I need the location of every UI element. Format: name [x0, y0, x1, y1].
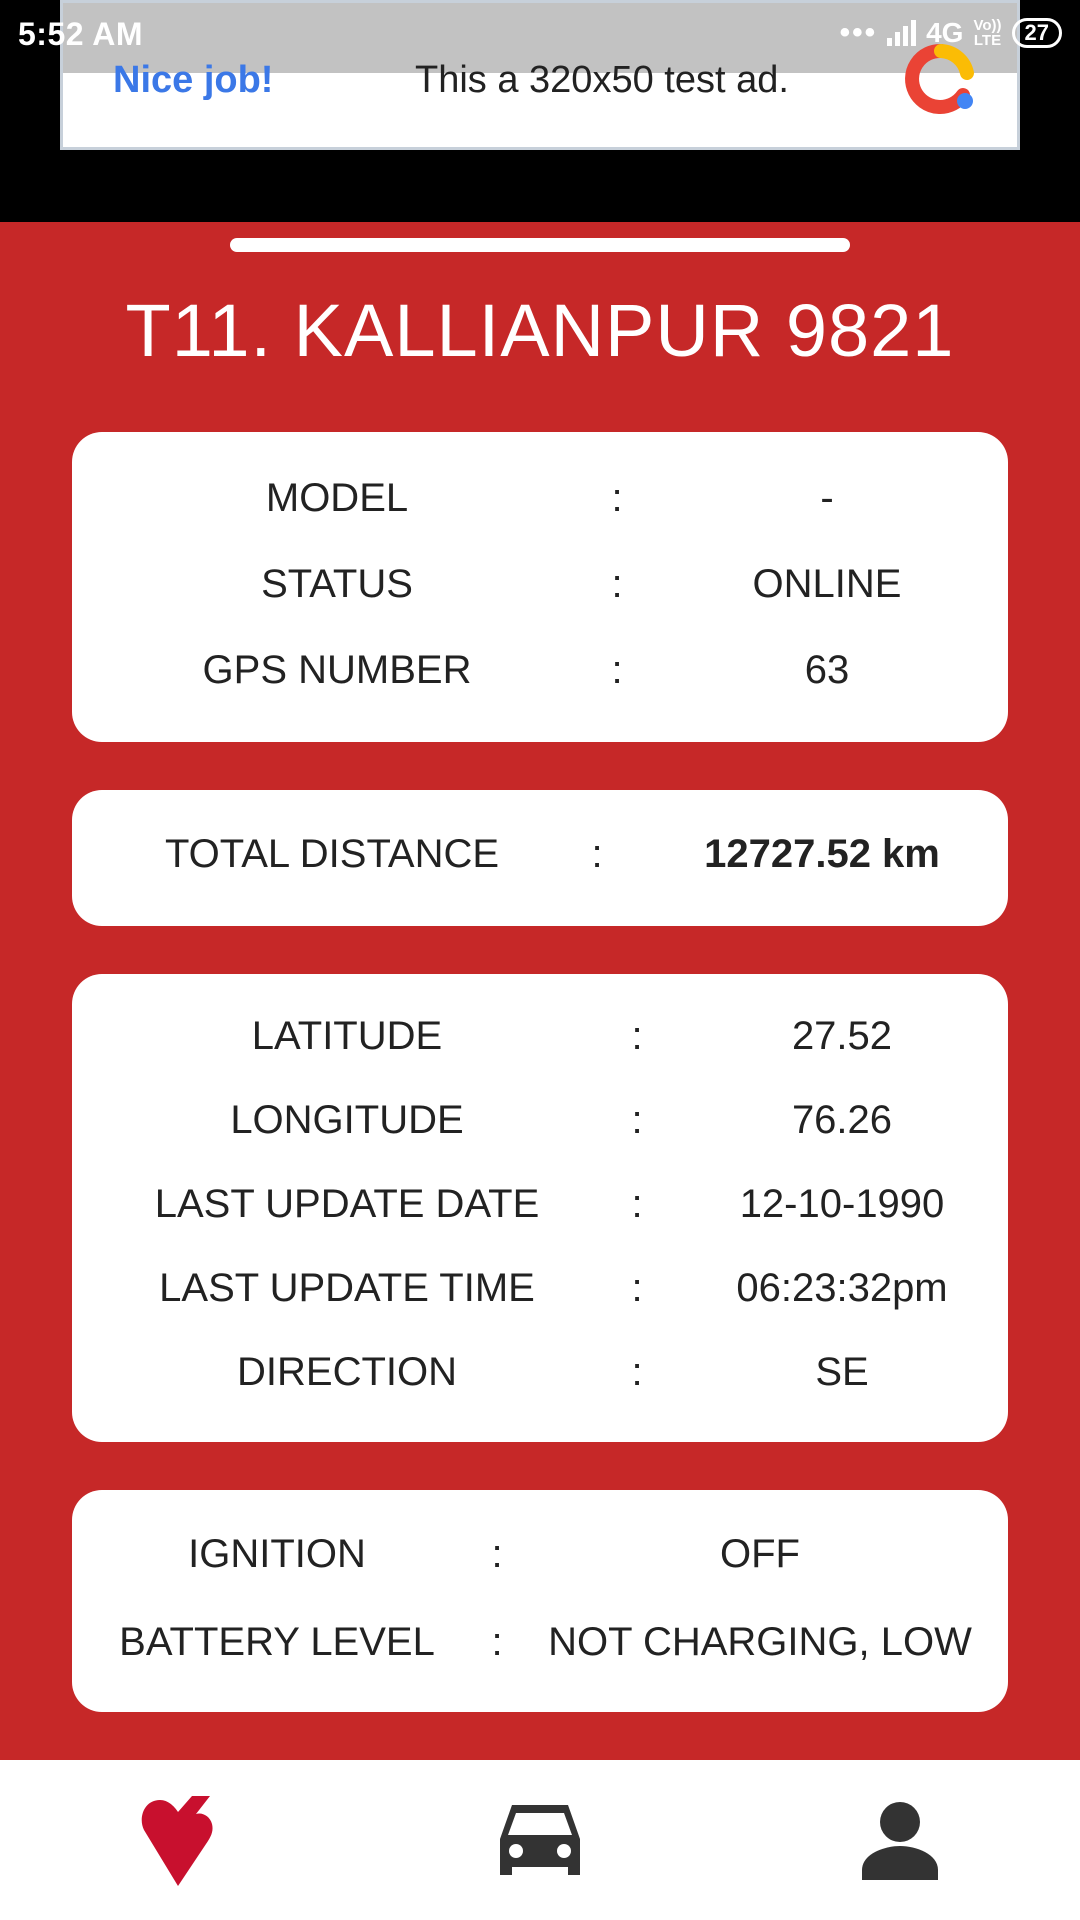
more-dots-icon: •••: [839, 16, 878, 49]
row-label: LONGITUDE: [230, 1098, 464, 1142]
row-separator: :: [491, 1532, 503, 1576]
info-row-model: MODEL : -: [72, 476, 1008, 526]
row-value: ONLINE: [752, 562, 902, 606]
battery-level: 27: [1024, 20, 1049, 45]
top-area: Nice job! This a 320x50 test ad. 5:52 AM…: [0, 0, 1080, 222]
person-icon: [862, 1802, 938, 1880]
row-separator: :: [611, 476, 623, 520]
row-label: STATUS: [261, 562, 413, 606]
row-label: GPS NUMBER: [202, 648, 472, 692]
row-value: 76.26: [791, 1098, 893, 1142]
row-label: LATITUDE: [251, 1014, 443, 1058]
row-separator: :: [611, 648, 623, 692]
info-row-latitude: LATITUDE : 27.52: [72, 1014, 1008, 1064]
power-card: IGNITION : OFF BATTERY LEVEL : NOT CHARG…: [72, 1490, 1008, 1712]
info-row-last-update-date: LAST UPDATE DATE : 12-10-1990: [72, 1182, 1008, 1232]
status-bar: 5:52 AM ••• 4G Vo)) LTE 27: [0, 0, 1080, 70]
row-value: 63: [804, 648, 850, 692]
row-separator: :: [611, 562, 623, 606]
car-icon: [500, 1805, 580, 1875]
info-row-last-update-time: LAST UPDATE TIME : 06:23:32pm: [72, 1266, 1008, 1316]
info-row-longitude: LONGITUDE : 76.26: [72, 1098, 1008, 1148]
row-value: -: [820, 476, 834, 520]
status-time: 5:52 AM: [18, 16, 144, 52]
signal-icon: [887, 20, 917, 46]
row-value: 27.52: [791, 1014, 893, 1058]
row-value: NOT CHARGING, LOW: [548, 1620, 972, 1664]
row-separator: :: [631, 1014, 643, 1058]
row-label: DIRECTION: [237, 1350, 457, 1394]
info-row-status: STATUS : ONLINE: [72, 562, 1008, 612]
location-card: LATITUDE : 27.52 LONGITUDE : 76.26 LAST …: [72, 974, 1008, 1442]
row-separator: :: [631, 1350, 643, 1394]
volte-bottom: LTE: [973, 32, 1002, 49]
row-separator: :: [591, 832, 603, 876]
row-separator: :: [631, 1266, 643, 1310]
info-row-gps-number: GPS NUMBER : 63: [72, 648, 1008, 698]
vehicle-info-card: MODEL : - STATUS : ONLINE GPS NUMBER : 6…: [72, 432, 1008, 742]
bottom-nav: [0, 1760, 1080, 1920]
info-row-total-distance: TOTAL DISTANCE : 12727.52 km: [72, 832, 1008, 882]
info-row-battery-level: BATTERY LEVEL : NOT CHARGING, LOW: [72, 1620, 1008, 1670]
row-value: 06:23:32pm: [736, 1266, 948, 1310]
row-separator: :: [631, 1182, 643, 1226]
row-value: 12-10-1990: [739, 1182, 945, 1226]
distance-card: TOTAL DISTANCE : 12727.52 km: [72, 790, 1008, 926]
nav-item-home[interactable]: [0, 1760, 360, 1920]
total-distance-value: 12727.52 km: [704, 832, 940, 876]
status-icons: ••• 4G Vo)) LTE 27: [840, 16, 1062, 50]
heart-location-icon: [141, 1796, 213, 1886]
info-row-ignition: IGNITION : OFF: [72, 1532, 1008, 1582]
row-label: TOTAL DISTANCE: [164, 832, 500, 876]
row-value: OFF: [720, 1532, 800, 1576]
nav-item-vehicle[interactable]: [360, 1760, 720, 1920]
vehicle-details-sheet: T11. KALLIANPUR 9821 MODEL : - STATUS : …: [0, 222, 1080, 1760]
nav-item-profile[interactable]: [720, 1760, 1080, 1920]
battery-icon: 27: [1011, 18, 1062, 48]
row-label: LAST UPDATE TIME: [159, 1266, 535, 1310]
row-separator: :: [631, 1098, 643, 1142]
row-label: MODEL: [265, 476, 409, 520]
volte-icon: Vo)) LTE: [973, 18, 1001, 48]
info-row-direction: DIRECTION : SE: [72, 1350, 1008, 1400]
row-separator: :: [491, 1620, 503, 1664]
row-label: IGNITION: [188, 1532, 366, 1576]
row-label: LAST UPDATE DATE: [154, 1182, 540, 1226]
row-value: SE: [815, 1350, 869, 1394]
vehicle-title: T11. KALLIANPUR 9821: [125, 289, 955, 372]
drag-handle[interactable]: [230, 238, 850, 252]
row-label: BATTERY LEVEL: [119, 1620, 435, 1664]
network-type: 4G: [926, 17, 964, 48]
